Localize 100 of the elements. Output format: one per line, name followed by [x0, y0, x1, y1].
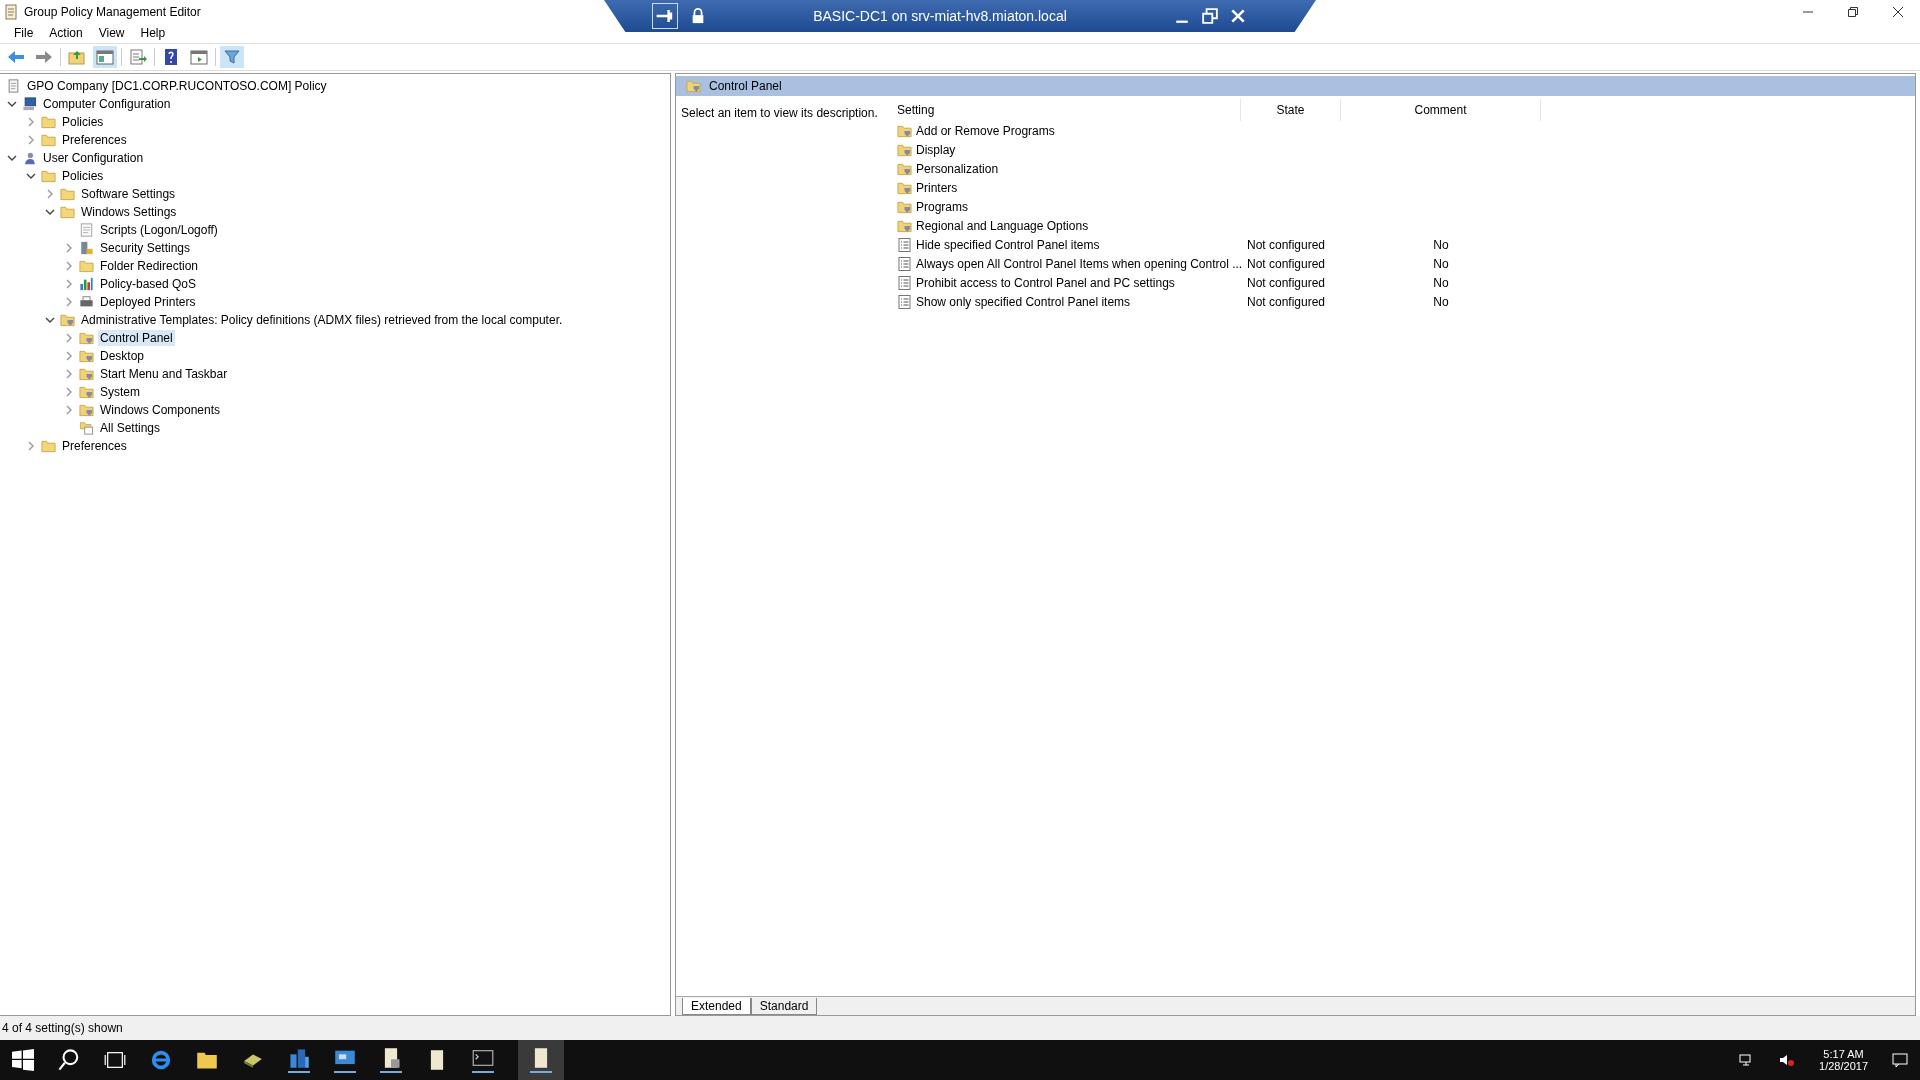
- folder-scroll-icon: [897, 142, 912, 157]
- chevron-right-icon[interactable]: [45, 189, 55, 199]
- chevron-right-icon[interactable]: [26, 135, 36, 145]
- tree-item[interactable]: Scripts (Logon/Logoff): [98, 222, 220, 238]
- setting-name[interactable]: Regional and Language Options: [916, 218, 1089, 233]
- comment-text: No: [1433, 275, 1449, 290]
- tree-item[interactable]: Control Panel: [98, 330, 175, 346]
- chevron-right-icon[interactable]: [64, 279, 74, 289]
- folder-scroll-icon: [79, 331, 94, 345]
- folder-scroll-icon: [897, 123, 912, 138]
- setting-name[interactable]: Hide specified Control Panel items: [916, 237, 1100, 252]
- tree-item[interactable]: Preferences: [60, 132, 129, 148]
- view-tab[interactable]: Standard: [750, 998, 818, 1015]
- chevron-right-icon[interactable]: [64, 369, 74, 379]
- window-title: Group Policy Management Editor: [24, 4, 201, 19]
- chevron-right-icon[interactable]: [64, 297, 74, 307]
- tree-item[interactable]: All Settings: [98, 420, 163, 436]
- chevron-right-icon[interactable]: [64, 333, 74, 343]
- pane-title: Control Panel: [709, 79, 782, 93]
- chevron-right-icon[interactable]: [64, 243, 74, 253]
- folder-scroll-icon: [897, 218, 912, 233]
- folder-scroll-icon: [897, 161, 912, 176]
- chevron-down-icon[interactable]: [7, 99, 17, 109]
- menu-item[interactable]: Action: [41, 24, 91, 42]
- connection-title: BASIC-DC1 on srv-miat-hv8.miaton.local: [812, 8, 1068, 24]
- restore-icon[interactable]: [1202, 8, 1218, 24]
- column-header[interactable]: Comment: [1341, 99, 1541, 121]
- setting-name[interactable]: Always open All Control Panel Items when opening Control ...: [916, 256, 1243, 271]
- menu-item[interactable]: File: [6, 24, 42, 42]
- tree-item[interactable]: Computer Configuration: [41, 96, 173, 112]
- state-text: Not configured: [1247, 256, 1326, 271]
- setting-name[interactable]: Prohibit access to Control Panel and PC settings: [916, 275, 1175, 290]
- folder-icon: [41, 115, 56, 129]
- pane-toggle-icon[interactable]: [93, 46, 117, 68]
- menu-item[interactable]: View: [90, 24, 133, 42]
- tree-item[interactable]: Windows Settings: [79, 204, 179, 220]
- tree-item[interactable]: Windows Components: [98, 402, 223, 418]
- setting-name[interactable]: Programs: [916, 199, 968, 214]
- description-text: Select an item to view its description.: [681, 106, 878, 120]
- building-chart-icon[interactable]: [288, 1047, 310, 1073]
- tree-item[interactable]: Folder Redirection: [98, 258, 201, 274]
- speaker-muted-icon[interactable]: [1779, 1052, 1796, 1068]
- tree-item[interactable]: Software Settings: [79, 186, 178, 202]
- lock-icon[interactable]: [690, 8, 706, 24]
- notification-icon[interactable]: [1892, 1052, 1908, 1068]
- chevron-down-icon[interactable]: [45, 207, 55, 217]
- task-view-icon[interactable]: [104, 1049, 126, 1071]
- search-icon[interactable]: [58, 1049, 80, 1071]
- column-header[interactable]: Setting: [893, 99, 1241, 121]
- chevron-right-icon[interactable]: [26, 117, 36, 127]
- view-tab[interactable]: Extended: [682, 998, 751, 1015]
- tree-item[interactable]: User Configuration: [41, 150, 146, 166]
- setting-name[interactable]: Personalization: [916, 161, 999, 176]
- folder-icon: [79, 259, 94, 273]
- column-header[interactable]: State: [1241, 99, 1341, 121]
- chevron-right-icon[interactable]: [64, 387, 74, 397]
- bar-chart-icon: [79, 277, 94, 291]
- user-icon: [22, 151, 37, 165]
- filter-icon[interactable]: [220, 46, 244, 68]
- menu-item[interactable]: Help: [132, 24, 174, 42]
- tree-item[interactable]: Security Settings: [98, 240, 193, 256]
- chevron-right-icon[interactable]: [64, 405, 74, 415]
- folder-scroll-icon: [686, 79, 701, 93]
- folder-scroll-icon: [897, 180, 912, 195]
- chevron-right-icon[interactable]: [26, 441, 36, 451]
- tree-item[interactable]: Administrative Templates: Policy definitions (ADMX files) retrieved from the local computer.: [79, 312, 565, 328]
- setting-name[interactable]: Add or Remove Programs: [916, 123, 1055, 138]
- comment-text: No: [1433, 256, 1449, 271]
- clock-date[interactable]: 1/28/2017: [1819, 1060, 1868, 1072]
- close-icon[interactable]: [1230, 8, 1246, 24]
- tree-item[interactable]: Start Menu and Taskbar: [98, 366, 230, 382]
- tree-item[interactable]: GPO Company [DC1.CORP.RUCONTOSO.COM] Policy: [25, 78, 329, 94]
- computer-icon: [22, 97, 37, 111]
- state-text: Not configured: [1247, 237, 1326, 252]
- chevron-down-icon[interactable]: [26, 171, 36, 181]
- state-text: Not configured: [1247, 294, 1326, 309]
- browser-e-icon[interactable]: [150, 1049, 172, 1071]
- tree-item[interactable]: Preferences: [60, 438, 129, 454]
- state-text: Not configured: [1247, 275, 1326, 290]
- chevron-down-icon[interactable]: [45, 315, 55, 325]
- tree-item[interactable]: System: [98, 384, 142, 400]
- tree-item[interactable]: Desktop: [98, 348, 147, 364]
- folder-icon: [41, 439, 56, 453]
- clock-time[interactable]: 5:17 AM: [1823, 1048, 1864, 1060]
- setting-name[interactable]: Display: [916, 142, 956, 157]
- tree-item[interactable]: Policies: [60, 114, 106, 130]
- tree-item[interactable]: Policies: [60, 168, 106, 184]
- setting-name[interactable]: Show only specified Control Panel items: [916, 294, 1131, 309]
- tree-item[interactable]: Deployed Printers: [98, 294, 198, 310]
- pin-icon[interactable]: [652, 3, 678, 29]
- terminal-icon[interactable]: [472, 1047, 494, 1073]
- chevron-down-icon[interactable]: [7, 153, 17, 163]
- list-document-icon: [897, 275, 912, 290]
- chevron-right-icon[interactable]: [64, 261, 74, 271]
- tree-item[interactable]: Policy-based QoS: [98, 276, 199, 292]
- chevron-right-icon[interactable]: [64, 351, 74, 361]
- folder-scroll-icon: [79, 385, 94, 399]
- windows-logo-icon[interactable]: [12, 1049, 34, 1071]
- setting-name[interactable]: Printers: [916, 180, 958, 195]
- printer-icon: [79, 295, 94, 309]
